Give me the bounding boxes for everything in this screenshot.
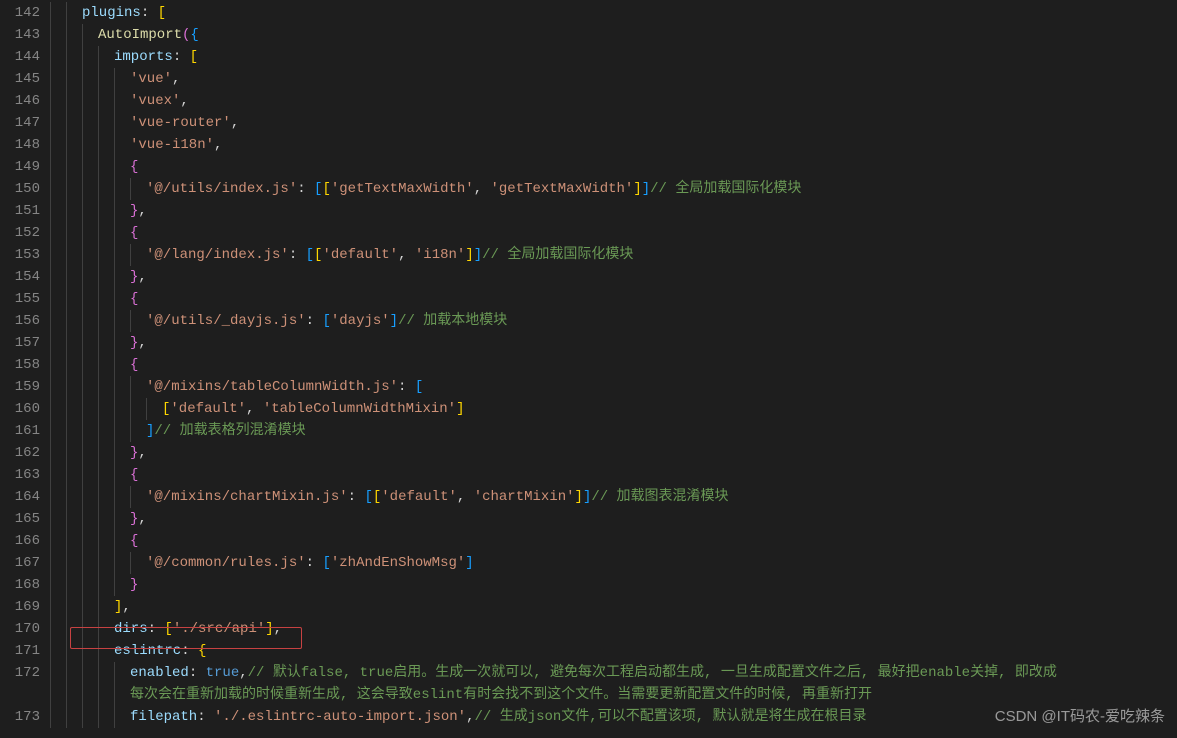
line-number: 160 [0,398,40,420]
code-line: '@/mixins/tableColumnWidth.js': [ [50,376,1177,398]
code-line: { [50,530,1177,552]
line-number: 172 [0,662,40,684]
code-area[interactable]: plugins: [AutoImport({imports: ['vue','v… [50,0,1177,738]
line-number: 145 [0,68,40,90]
code-line: ], [50,596,1177,618]
code-line: imports: [ [50,46,1177,68]
line-number: 168 [0,574,40,596]
code-line: plugins: [ [50,2,1177,24]
code-line: }, [50,508,1177,530]
line-number: 171 [0,640,40,662]
code-line: }, [50,332,1177,354]
code-line: '@/common/rules.js': ['zhAndEnShowMsg'] [50,552,1177,574]
line-number: 143 [0,24,40,46]
line-number: 142 [0,2,40,24]
code-line: ] // 加载表格列混淆模块 [50,420,1177,442]
line-number: 163 [0,464,40,486]
code-line: filepath: './.eslintrc-auto-import.json'… [50,706,1177,728]
line-number: 150 [0,178,40,200]
code-line: { [50,288,1177,310]
line-number: 155 [0,288,40,310]
line-number: 164 [0,486,40,508]
line-number: 161 [0,420,40,442]
line-number: 173 [0,706,40,728]
line-number: 159 [0,376,40,398]
code-line: 'vue-router', [50,112,1177,134]
code-line: { [50,464,1177,486]
line-number: 153 [0,244,40,266]
line-number: 167 [0,552,40,574]
code-line: { [50,156,1177,178]
line-number: 158 [0,354,40,376]
code-line: ['default', 'tableColumnWidthMixin'] [50,398,1177,420]
line-number: 166 [0,530,40,552]
code-editor[interactable]: 1421431441451461471481491501511521531541… [0,0,1177,738]
code-line: '@/utils/index.js': [['getTextMaxWidth',… [50,178,1177,200]
code-line: }, [50,442,1177,464]
code-line: AutoImport({ [50,24,1177,46]
code-line: enabled: true, // 默认false, true启用。生成一次就可… [50,662,1177,684]
code-line: 'vuex', [50,90,1177,112]
code-line: eslintrc: { [50,640,1177,662]
code-line: '@/utils/_dayjs.js': ['dayjs'] // 加载本地模块 [50,310,1177,332]
line-number: 146 [0,90,40,112]
line-number: 154 [0,266,40,288]
line-number: 169 [0,596,40,618]
code-line: '@/mixins/chartMixin.js': [['default', '… [50,486,1177,508]
line-number: 147 [0,112,40,134]
line-number: 157 [0,332,40,354]
line-number: 170 [0,618,40,640]
line-number: 162 [0,442,40,464]
line-number: 156 [0,310,40,332]
code-line: 'vue', [50,68,1177,90]
line-number: 151 [0,200,40,222]
line-number-gutter: 1421431441451461471481491501511521531541… [0,0,50,738]
code-line: } [50,574,1177,596]
code-line: '@/lang/index.js': [['default', 'i18n']]… [50,244,1177,266]
code-line: 每次会在重新加载的时候重新生成, 这会导致eslint有时会找不到这个文件。当需… [50,684,1177,706]
code-line: { [50,354,1177,376]
line-number: 152 [0,222,40,244]
line-number: 148 [0,134,40,156]
code-line: }, [50,200,1177,222]
code-line: { [50,222,1177,244]
code-line: dirs: ['./src/api'], [50,618,1177,640]
code-line: }, [50,266,1177,288]
line-number: 144 [0,46,40,68]
line-number: 165 [0,508,40,530]
code-line: 'vue-i18n', [50,134,1177,156]
line-number: 149 [0,156,40,178]
